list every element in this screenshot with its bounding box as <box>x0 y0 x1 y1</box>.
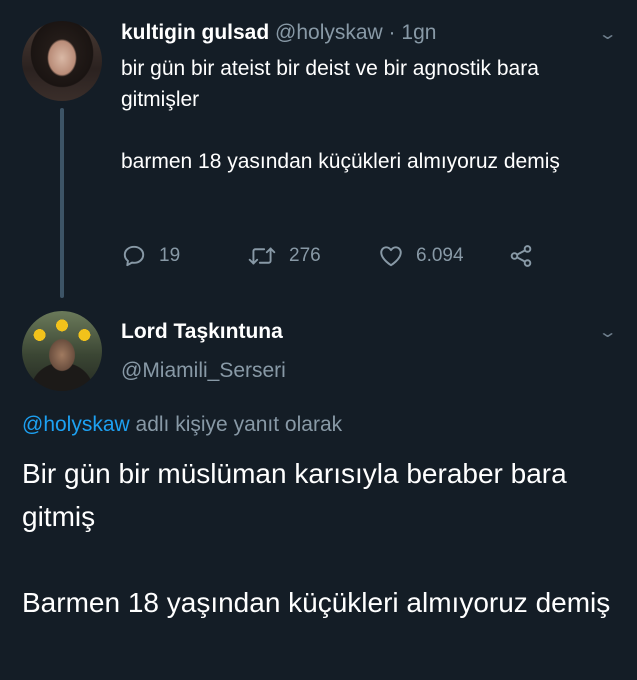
tweet1-text-paragraph: bir gün bir ateist bir deist ve bir agno… <box>121 57 539 111</box>
reply-context-label: adlı kişiye yanıt olarak <box>135 413 343 436</box>
retweet-count: 276 <box>289 245 321 266</box>
reply-mention-link[interactable]: @holyskaw <box>22 413 130 436</box>
like-count: 6.094 <box>416 245 464 266</box>
tweet2-author-handle[interactable]: @Miamili_Serseri <box>121 357 286 385</box>
retweet-button[interactable]: 276 <box>247 243 321 269</box>
tweet1-text-paragraph: barmen 18 yasından küçükleri almıyoruz d… <box>121 150 560 173</box>
tweet1-timestamp[interactable]: 1gn <box>401 21 436 44</box>
tweet1-author-avatar[interactable] <box>22 21 102 101</box>
like-icon <box>380 246 402 267</box>
share-button[interactable] <box>508 243 534 269</box>
thread-connector-line <box>60 108 64 298</box>
tweet2-author-avatar[interactable] <box>22 311 102 391</box>
reply-button[interactable]: 19 <box>121 243 180 269</box>
reply-context: @holyskaw adlı kişiye yanıt olarak <box>22 411 342 439</box>
tweet1-author-name[interactable]: kultigin gulsad <box>121 21 269 44</box>
tweet2-author-name[interactable]: Lord Taşkıntuna <box>121 318 283 346</box>
tweet1-author-handle[interactable]: @holyskaw <box>275 21 383 44</box>
tweet2-text-paragraph: Barmen 18 yaşından küçükleri almıyoruz d… <box>22 587 611 618</box>
retweet-icon <box>248 247 276 265</box>
like-button[interactable]: 6.094 <box>378 243 464 269</box>
chevron-down-icon[interactable]: ⌄ <box>598 24 618 44</box>
tweet2-text: Bir gün bir müslüman karısıyla beraber b… <box>22 452 622 624</box>
reply-icon <box>123 245 145 267</box>
reply-count: 19 <box>159 245 181 266</box>
share-icon <box>510 245 532 267</box>
tweet1-separator: · <box>388 21 396 44</box>
tweet2-text-paragraph: Bir gün bir müslüman karısıyla beraber b… <box>22 458 567 532</box>
tweet1-header: kultigin gulsad @holyskaw · 1gn <box>121 19 436 47</box>
chevron-down-icon[interactable]: ⌄ <box>598 322 618 342</box>
tweet1-text: bir gün bir ateist bir deist ve bir agno… <box>121 53 611 177</box>
